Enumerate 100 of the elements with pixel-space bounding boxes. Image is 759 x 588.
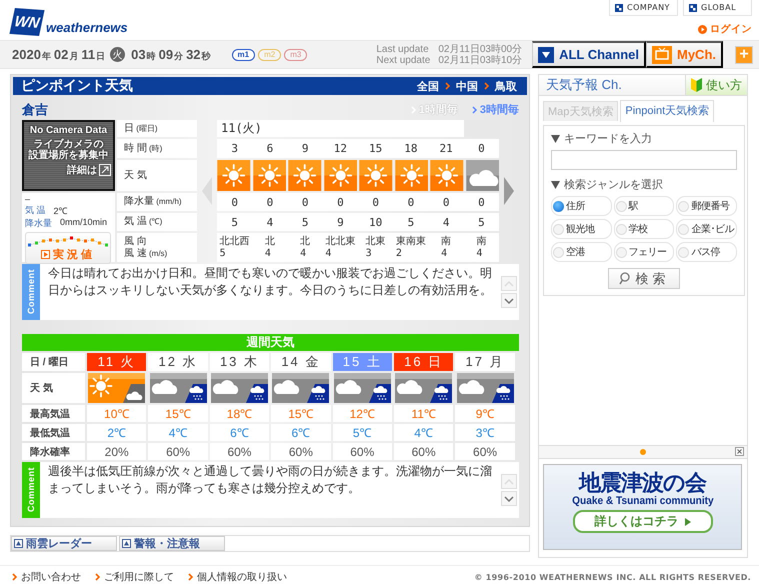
cloud-rain-icon [334, 373, 391, 403]
genre-option[interactable]: フェリー [614, 242, 674, 262]
sun-icon [430, 160, 464, 191]
camera-message: ライブカメラの 設置場所を募集中 [28, 139, 108, 161]
footer-link[interactable]: お問い合わせ [12, 570, 81, 584]
bottom-tab[interactable]: 雨雲レーダー [11, 536, 117, 551]
mode-button[interactable]: m1 [232, 48, 256, 60]
precip-chance-cell: 60% [455, 443, 515, 460]
genre-option[interactable]: 郵便番号 [676, 196, 737, 216]
play-icon [684, 518, 690, 526]
observation-value: 2℃ [54, 205, 68, 217]
precip-cell-text: 0 [336, 194, 345, 210]
wind-cell-text: 北北西 5 [218, 234, 251, 260]
cloud-rain-icon [210, 373, 268, 403]
cloud-rain-icon [395, 373, 452, 403]
external-link-icon [99, 164, 111, 176]
precip-chance-cell: 60% [210, 443, 270, 460]
precip-chance-cell: 60% [332, 443, 392, 460]
day-cell: 14 金 [271, 353, 331, 371]
header-link[interactable]: GLOBAL [683, 0, 752, 16]
precip-chance-cell: 60% [148, 443, 208, 460]
day-cell: 13 木 [210, 353, 270, 371]
scroll-down-button[interactable] [501, 491, 517, 506]
genre-option[interactable]: 企業･ビル [676, 219, 737, 239]
breadcrumb-link[interactable]: 鳥取 [495, 78, 517, 94]
sun-icon [324, 160, 357, 191]
breadcrumb-link[interactable]: 全国 [417, 78, 439, 94]
precip-cell-text: 0 [371, 194, 380, 210]
sun-icon [394, 160, 428, 191]
chevron-icon [188, 573, 193, 581]
ad-subtitle: Quake & Tsunami community [572, 495, 714, 507]
search-tab[interactable]: Pinpoint天気検索 [620, 100, 714, 122]
row-label: 最高気温 [22, 405, 85, 422]
header-link[interactable]: COMPANY [609, 0, 678, 16]
row-label: 降水確率 [22, 443, 85, 460]
details-link[interactable]: 詳細は [67, 163, 111, 177]
hour-cell-text: 12 [332, 141, 348, 157]
low-temp-cell: 6℃ [210, 424, 270, 441]
wind-cell-text: 南 4 [475, 234, 488, 260]
hour-cell-text: 9 [300, 141, 310, 157]
details-button[interactable]: 詳しくはコチラ [572, 510, 712, 533]
tv-icon [652, 46, 672, 64]
sun-icon [252, 160, 286, 191]
temp-cell-text: 5 [406, 214, 416, 230]
genre-option[interactable]: 住所 [551, 196, 612, 216]
wind-cell-text: 南 4 [440, 234, 452, 260]
genre-option[interactable]: 学校 [614, 219, 674, 239]
bottom-tab[interactable]: 警報・注意報 [119, 536, 225, 551]
breadcrumb-link[interactable]: 中国 [456, 78, 478, 94]
precip-cell-text: 0 [300, 194, 310, 210]
observation-value: 0mm/10min [60, 217, 108, 229]
genre-option[interactable]: 観光地 [551, 219, 612, 239]
low-temp-cell: 4℃ [394, 424, 454, 441]
panel-title: 天気予報 Ch. [545, 76, 622, 94]
help-button[interactable]: 使い方 [685, 75, 747, 95]
footer-link[interactable]: ご利用に際して [95, 570, 174, 584]
update-label: Next update [376, 54, 430, 66]
comment-text: 今日は晴れてお出かけ日和。昼間でも寒いので暖かい服装でお過ごしください。明日からはスッキリしない天気が多くなります。今日のうちに日差しの有効活用を。 [47, 265, 493, 299]
triangle-icon [14, 539, 23, 548]
genre-option[interactable]: 駅 [614, 196, 674, 216]
precip-cell-text: 0 [477, 194, 486, 210]
checker-icon [689, 4, 697, 12]
cloud-icon [466, 160, 499, 191]
location-title: 倉吉 [22, 100, 48, 118]
wind-cell-text: 北 4 [264, 234, 276, 260]
weekday-badge: 火 [110, 47, 126, 62]
chevron-up-icon [504, 478, 514, 484]
row-label: 日 (曜日) [117, 120, 197, 137]
precip-chance-cell: 60% [394, 443, 454, 460]
logo-text[interactable]: weathernews [46, 10, 128, 34]
genre-label: 検索ジャンルを選択 [564, 178, 663, 192]
precip-cell-text: 0 [406, 194, 416, 210]
temp-cell-text: 5 [230, 214, 239, 230]
wind-cell-text: 北 4 [299, 234, 312, 260]
triangle-down-icon [551, 134, 560, 142]
high-temp-cell: 18℃ [210, 405, 270, 422]
sun-icon [359, 160, 392, 191]
cloud-rain-icon [456, 373, 514, 403]
genre-option[interactable]: 空港 [551, 242, 612, 262]
low-temp-cell: 5℃ [332, 424, 392, 441]
logo-mark[interactable]: WN [9, 8, 45, 36]
hour-cell-text: 6 [266, 141, 274, 157]
carousel-dot[interactable] [640, 449, 646, 455]
chevron-icon [95, 573, 100, 581]
keyword-input[interactable] [551, 150, 737, 170]
weekly-title: 週間天気 [22, 334, 519, 351]
genre-option[interactable]: バス停 [676, 242, 737, 262]
channel-button[interactable]: ALL Channel [532, 41, 646, 68]
search-button[interactable]: 検索 [608, 268, 680, 289]
observation-label: 気 温 [25, 204, 46, 217]
hour-cell-text: 18 [403, 141, 418, 157]
high-temp-cell: 15℃ [271, 405, 331, 422]
temp-cell-text: 5 [477, 214, 486, 230]
keyword-label: キーワードを入力 [564, 132, 652, 146]
footer-link[interactable]: 個人情報の取り扱い [188, 570, 287, 584]
scroll-down-button[interactable] [501, 293, 517, 308]
copyright-text: © 1996-2010 WEATHERNEWS INC. ALL RIGHTS RESERVED. [474, 572, 751, 582]
leaf-mark-icon [691, 78, 702, 92]
day-cell: 16 日 [394, 353, 454, 371]
sparkline-icon [26, 234, 110, 247]
